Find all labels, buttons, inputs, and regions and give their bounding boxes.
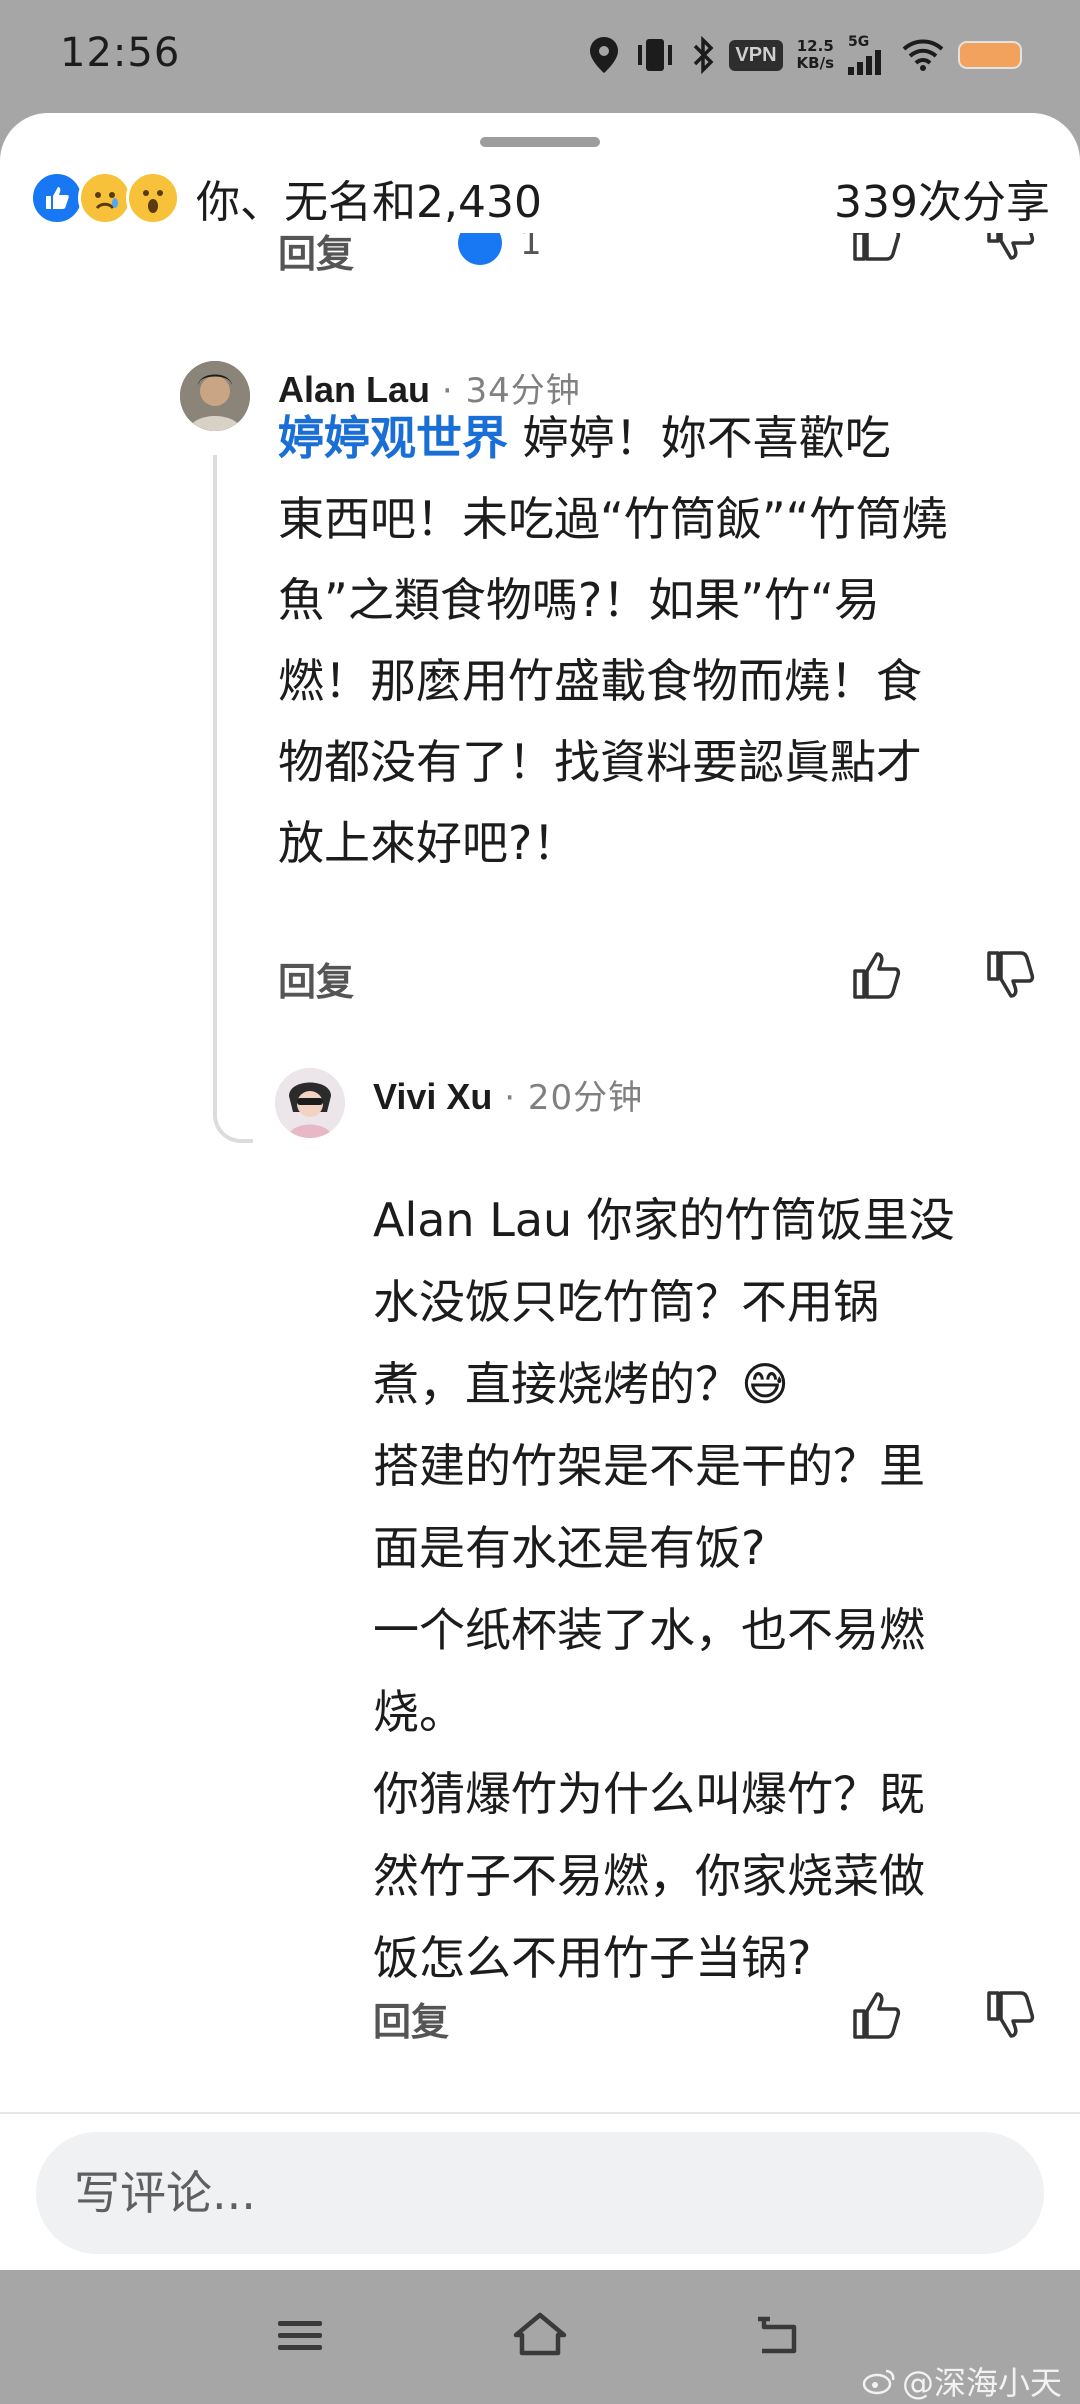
comment-line: 東西吧！未吃過“竹筒飯”“竹筒燒	[278, 492, 948, 546]
comment-line: 烧。	[373, 1685, 465, 1739]
location-icon	[590, 37, 619, 73]
comment-line: 面是有水还是有饭?	[373, 1521, 766, 1575]
comments-sheet: 你、无名和2,430 339次分享 回复 1 Alan Lau · 34分钟 婷…	[0, 113, 1080, 2270]
reply-button[interactable]: 回复	[373, 1991, 449, 2046]
sad-icon[interactable]	[78, 171, 132, 225]
comment-composer	[0, 2112, 1080, 2272]
reply-button[interactable]: 回复	[278, 951, 354, 1006]
home-icon[interactable]	[510, 2305, 570, 2365]
signal-icon	[848, 50, 881, 75]
watermark-text: @深海小天	[901, 2364, 1062, 2402]
comment-line: 搭建的竹架是不是干的？里	[373, 1439, 925, 1493]
comment-input[interactable]	[36, 2132, 1044, 2254]
thread-connector	[213, 1103, 253, 1143]
like-icon[interactable]	[30, 171, 84, 225]
comment-line: 一个纸杯装了水，也不易燃	[373, 1603, 925, 1657]
comment-line: 放上來好吧?！	[278, 816, 579, 870]
comment-line: 水没饭只吃竹筒？不用锅	[373, 1275, 879, 1329]
network-speed-unit: KB/s	[796, 54, 834, 72]
previous-comment-actions: 回复 1	[0, 233, 1080, 273]
comment-line: 煮，直接烧烤的？😅	[373, 1357, 789, 1411]
network-speed-value: 12.5	[796, 37, 834, 55]
comment-time: · 20分钟	[492, 1078, 644, 1118]
status-bar: 12:56 VPN 12.5 KB/s 5G	[0, 0, 1080, 115]
avatar[interactable]	[180, 361, 250, 431]
weibo-logo-icon	[862, 2369, 895, 2395]
vpn-badge: VPN	[729, 39, 783, 71]
share-count[interactable]: 339次分享	[834, 166, 1050, 230]
mention-link[interactable]: 婷婷观世界	[278, 411, 508, 465]
reply-button[interactable]: 回复	[278, 233, 354, 273]
comment-line: 燃！那麼用竹盛載食物而燒！食	[278, 654, 922, 708]
comment-meta: Vivi Xu · 20分钟	[373, 1070, 643, 1119]
menu-icon[interactable]	[270, 2305, 330, 2365]
thread-line	[213, 455, 217, 1105]
comment-body: 婷婷观世界 婷婷！妳不喜歡吃 東西吧！未吃過“竹筒飯”“竹筒燒 魚”之類食物嗎?…	[278, 398, 1058, 884]
thumbs-up-icon[interactable]	[850, 1989, 902, 2041]
comment-body: Alan Lau 你家的竹筒饭里没 水没饭只吃竹筒？不用锅 煮，直接烧烤的？😅 …	[373, 1179, 1063, 1999]
like-count: 1	[520, 233, 542, 263]
watermark: @深海小天	[862, 2358, 1062, 2404]
comment-line: 然竹子不易燃，你家烧菜做	[373, 1849, 925, 1903]
network-speed: 12.5 KB/s	[797, 38, 834, 72]
author-name[interactable]: Vivi Xu	[373, 1076, 492, 1117]
thumbs-down-icon[interactable]	[984, 233, 1036, 263]
battery-icon	[958, 41, 1022, 69]
thumbs-down-icon[interactable]	[984, 949, 1036, 1001]
thumbs-down-icon[interactable]	[984, 1989, 1036, 2041]
network-type: 5G	[848, 34, 870, 50]
cell-signal: 5G	[848, 35, 888, 75]
comment-line: 你猜爆竹为什么叫爆竹？既	[373, 1767, 925, 1821]
avatar[interactable]	[275, 1068, 345, 1138]
reactions-bar: 你、无名和2,430 339次分享	[30, 163, 1050, 233]
back-icon[interactable]	[750, 2305, 810, 2365]
vibrate-icon	[638, 39, 673, 71]
comment-line: 饭怎么不用竹子当锅?	[373, 1931, 812, 1985]
thumbs-up-icon[interactable]	[850, 233, 902, 263]
comment-line: 婷婷！妳不喜歡吃	[508, 411, 891, 465]
comment-line: 魚”之類食物嗎?！如果”竹“易	[278, 573, 880, 627]
thumbs-up-icon[interactable]	[850, 949, 902, 1001]
comment-line: 物都没有了！找資料要認眞點才	[278, 735, 922, 789]
drag-handle[interactable]	[480, 137, 600, 147]
wow-icon[interactable]	[126, 171, 180, 225]
clock: 12:56	[60, 30, 181, 76]
reaction-summary[interactable]: 你、无名和2,430	[196, 166, 542, 230]
wifi-icon	[902, 39, 944, 71]
like-badge-icon	[458, 233, 502, 265]
status-icons: VPN 12.5 KB/s 5G	[589, 30, 1022, 80]
bluetooth-icon	[694, 36, 714, 74]
comment-line: Alan Lau 你家的竹筒饭里没	[373, 1193, 955, 1247]
